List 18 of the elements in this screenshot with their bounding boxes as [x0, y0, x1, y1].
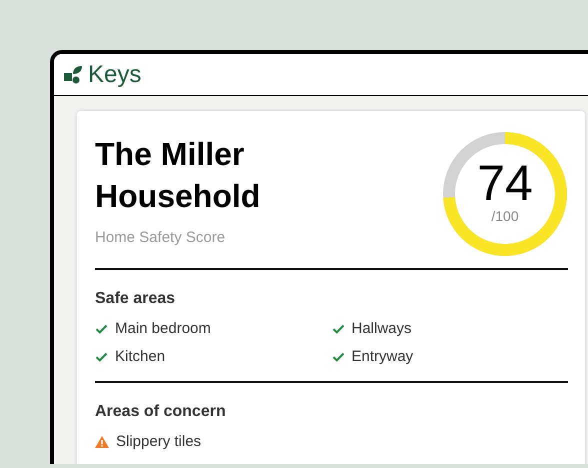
- section-heading: Areas of concern: [95, 402, 227, 422]
- check-icon: [332, 352, 344, 362]
- score-value: 74: [477, 158, 533, 208]
- area-label: Kitchen: [115, 347, 166, 367]
- check-icon: [332, 324, 344, 334]
- logo-icon: [64, 66, 84, 84]
- household-title: The Miller Household: [95, 135, 262, 216]
- check-icon: [95, 324, 108, 334]
- section-heading: Safe areas: [95, 289, 176, 309]
- area-label: Entryway: [352, 347, 414, 367]
- area-label: Slippery tiles: [116, 432, 202, 452]
- score-max: /100: [491, 208, 519, 224]
- area-label: Main bedroom: [115, 319, 211, 339]
- brand-name: Keys: [88, 60, 142, 88]
- check-icon: [95, 352, 108, 362]
- score-label: Home Safety Score: [95, 228, 226, 248]
- warning-icon: [95, 436, 109, 448]
- area-label: Hallways: [352, 319, 412, 339]
